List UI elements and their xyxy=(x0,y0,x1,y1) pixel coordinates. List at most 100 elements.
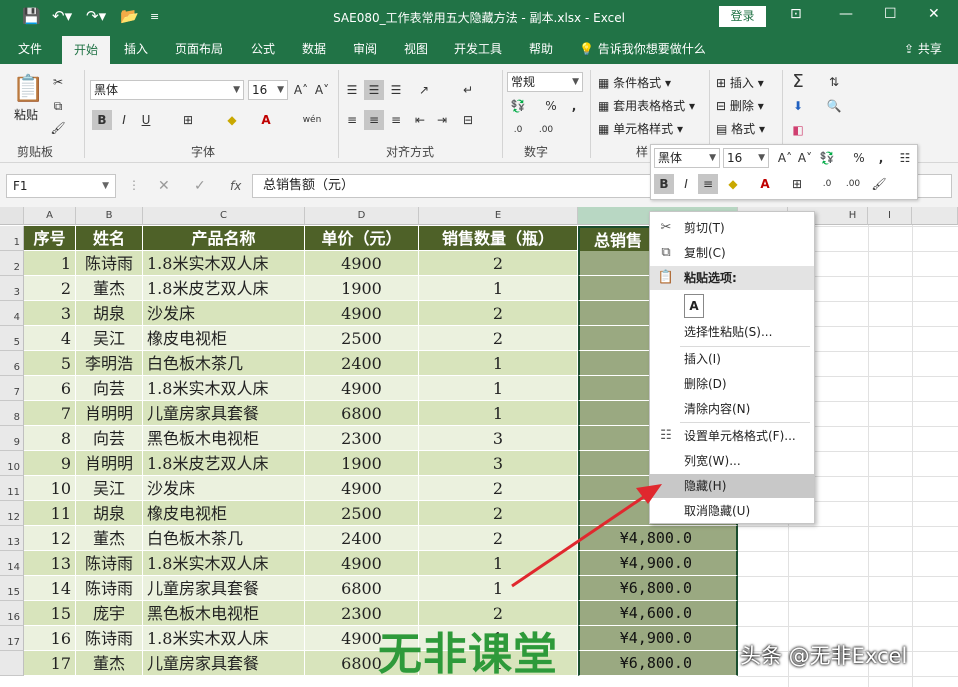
maximize-icon[interactable]: ☐ xyxy=(884,6,897,22)
table-cell[interactable]: 15 xyxy=(24,601,76,626)
table-cell[interactable]: 11 xyxy=(24,501,76,526)
close-icon[interactable]: ✕ xyxy=(928,6,940,22)
autosum-icon[interactable]: Σ xyxy=(788,72,808,92)
table-cell[interactable]: 李明浩 xyxy=(76,351,143,376)
align-bottom-icon[interactable]: ☰ xyxy=(386,80,406,100)
paste-label[interactable]: 粘贴 xyxy=(14,106,38,123)
table-cell[interactable]: 1.8米实木双人床 xyxy=(143,626,305,651)
table-cell[interactable]: 1.8米实木双人床 xyxy=(143,251,305,276)
menu-column-width[interactable]: 列宽(W)... xyxy=(650,449,814,473)
phonetic-button[interactable]: wén xyxy=(302,110,322,130)
mini-font-color-icon[interactable]: A xyxy=(755,174,775,194)
table-cell[interactable]: 肖明明 xyxy=(76,451,143,476)
row-header[interactable]: 17 xyxy=(0,626,24,651)
tab-insert[interactable]: 插入 xyxy=(124,34,148,64)
table-cell[interactable]: 9 xyxy=(24,451,76,476)
table-cell[interactable]: 2300 xyxy=(305,426,419,451)
row-header[interactable]: 13 xyxy=(0,526,24,551)
tab-view[interactable]: 视图 xyxy=(404,34,428,64)
insert-cells-button[interactable]: ⊞ 插入 ▾ xyxy=(716,74,764,91)
column-header-i[interactable]: I xyxy=(868,207,912,225)
column-header-e[interactable]: E xyxy=(419,207,578,225)
comma-icon[interactable]: , xyxy=(564,96,584,116)
mini-bold-button[interactable]: B xyxy=(654,174,674,194)
decrease-font-icon[interactable]: A˅ xyxy=(795,148,815,168)
row-header[interactable]: 14 xyxy=(0,551,24,576)
table-cell[interactable]: 向芸 xyxy=(76,376,143,401)
find-select-icon[interactable]: 🔍 xyxy=(824,96,844,116)
table-cell[interactable]: 董杰 xyxy=(76,276,143,301)
wrap-text-icon[interactable]: ↵ xyxy=(458,80,478,100)
tab-help[interactable]: 帮助 xyxy=(529,34,553,64)
increase-font-icon[interactable]: A˄ xyxy=(291,80,311,100)
table-cell[interactable]: 1 xyxy=(24,251,76,276)
paste-icon[interactable]: 📋 xyxy=(12,74,44,104)
row-header[interactable]: 15 xyxy=(0,576,24,601)
sort-filter-icon[interactable]: ⇅ xyxy=(824,72,844,92)
comma-icon[interactable]: , xyxy=(871,148,891,168)
mini-font-select[interactable]: 黑体 ▼ xyxy=(654,148,720,168)
table-cell[interactable]: 5 xyxy=(24,351,76,376)
table-cell[interactable]: 向芸 xyxy=(76,426,143,451)
bold-button[interactable]: B xyxy=(92,110,112,130)
tab-file[interactable]: 文件 xyxy=(18,34,42,64)
table-cell[interactable]: 沙发床 xyxy=(143,301,305,326)
table-cell[interactable]: ¥4,900.0 xyxy=(578,551,738,576)
table-cell[interactable]: 1 xyxy=(419,276,578,301)
merge-center-icon[interactable]: ⊟ xyxy=(458,110,478,130)
menu-copy[interactable]: ⧉ 复制(C) xyxy=(650,241,814,265)
table-cell[interactable]: 2400 xyxy=(305,351,419,376)
fill-color-icon[interactable]: ◆ xyxy=(222,110,242,130)
column-header-a[interactable]: A xyxy=(24,207,76,225)
row-header[interactable]: 6 xyxy=(0,351,24,376)
table-cell[interactable]: 白色板木茶几 xyxy=(143,526,305,551)
table-cell[interactable]: 1.8米皮艺双人床 xyxy=(143,276,305,301)
tab-formulas[interactable]: 公式 xyxy=(251,34,275,64)
align-right-icon[interactable]: ≡ xyxy=(386,110,406,130)
table-cell[interactable]: 13 xyxy=(24,551,76,576)
format-cells-button[interactable]: ▤ 格式 ▾ xyxy=(716,120,765,137)
table-cell[interactable]: 4900 xyxy=(305,476,419,501)
table-cell[interactable]: 17 xyxy=(24,651,76,676)
table-cell[interactable]: 橡皮电视柜 xyxy=(143,326,305,351)
table-cell[interactable]: 2400 xyxy=(305,526,419,551)
table-cell[interactable]: 16 xyxy=(24,626,76,651)
row-header[interactable]: 16 xyxy=(0,601,24,626)
percent-icon[interactable]: % xyxy=(541,96,561,116)
number-format-select[interactable]: 常规 ▼ xyxy=(507,72,583,92)
table-cell[interactable]: 2 xyxy=(419,526,578,551)
table-cell[interactable]: 2 xyxy=(419,251,578,276)
table-cell[interactable]: 沙发床 xyxy=(143,476,305,501)
table-cell[interactable]: 4900 xyxy=(305,251,419,276)
ribbon-display-icon[interactable]: ⊡ xyxy=(790,6,802,22)
row-header[interactable]: 12 xyxy=(0,501,24,526)
mini-fill-color-icon[interactable]: ◆ xyxy=(723,174,743,194)
menu-unhide[interactable]: 取消隐藏(U) xyxy=(650,499,814,523)
table-cell[interactable]: 2500 xyxy=(305,326,419,351)
table-cell[interactable]: ¥6,800.0 xyxy=(578,576,738,601)
name-box[interactable]: F1 ▼ xyxy=(6,174,116,198)
row-header[interactable]: 1 xyxy=(0,226,24,251)
table-cell[interactable]: 2500 xyxy=(305,501,419,526)
row-header[interactable]: 8 xyxy=(0,401,24,426)
clear-icon[interactable]: ◧ xyxy=(788,120,808,140)
table-cell[interactable]: 14 xyxy=(24,576,76,601)
row-header[interactable] xyxy=(0,651,24,676)
tell-me-search[interactable]: 💡 告诉我你想要做什么 xyxy=(579,34,706,64)
increase-font-icon[interactable]: A˄ xyxy=(775,148,795,168)
table-cell[interactable]: 儿童房家具套餐 xyxy=(143,576,305,601)
menu-delete[interactable]: 删除(D) xyxy=(650,372,814,396)
table-cell[interactable]: 2 xyxy=(419,501,578,526)
underline-button[interactable]: U xyxy=(136,110,156,130)
table-cell[interactable]: 7 xyxy=(24,401,76,426)
table-cell[interactable]: 2 xyxy=(419,301,578,326)
table-cell[interactable]: 1 xyxy=(419,376,578,401)
tab-developer[interactable]: 开发工具 xyxy=(454,34,502,64)
column-header-c[interactable]: C xyxy=(143,207,305,225)
table-cell[interactable]: 陈诗雨 xyxy=(76,551,143,576)
table-cell[interactable]: 白色板木茶几 xyxy=(143,351,305,376)
font-size-select[interactable]: 16 ▼ xyxy=(248,80,288,100)
header-cell[interactable]: 销售数量（瓶） xyxy=(419,226,578,251)
align-top-icon[interactable]: ☰ xyxy=(342,80,362,100)
align-center-icon[interactable]: ≡ xyxy=(364,110,384,130)
